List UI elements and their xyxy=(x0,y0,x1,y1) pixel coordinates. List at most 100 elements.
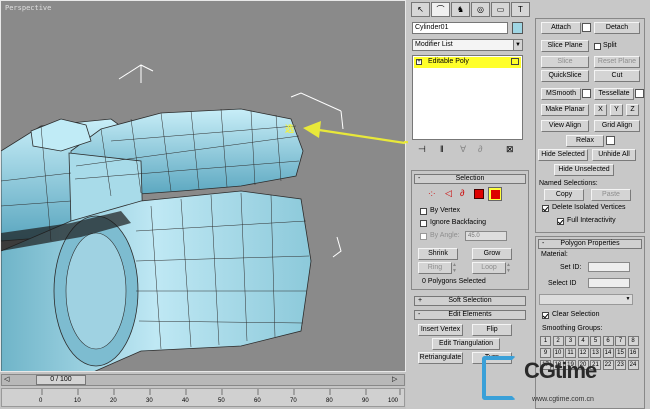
make-planar-button[interactable]: Make Planar xyxy=(541,104,589,116)
msmooth-settings-icon[interactable] xyxy=(582,89,591,98)
smoothing-groups-label: Smoothing Groups: xyxy=(542,325,603,332)
select-id-spinner[interactable] xyxy=(588,278,630,288)
selection-status: 0 Polygons Selected xyxy=(422,278,486,285)
ring-button[interactable]: Ring xyxy=(418,262,452,274)
by-angle-checkbox[interactable] xyxy=(420,233,427,240)
track-bar-ticks xyxy=(41,389,401,395)
relax-button[interactable]: Relax xyxy=(566,135,604,147)
vertex-mode-icon[interactable]: ·:· xyxy=(428,189,436,198)
chevron-down-icon: ▼ xyxy=(625,296,631,302)
smoothing-group-button[interactable]: 7 xyxy=(615,336,626,346)
polygon-properties-rollout-header[interactable]: - Polygon Properties xyxy=(538,239,642,249)
selection-rollout-header[interactable]: - Selection xyxy=(414,174,526,184)
planar-x-button[interactable]: X xyxy=(594,104,607,116)
material-name-dropdown[interactable]: ▼ xyxy=(539,294,633,305)
polygon-mode-icon[interactable] xyxy=(474,189,484,199)
view-align-button[interactable]: View Align xyxy=(541,120,589,132)
pin-stack-icon[interactable]: ⊣ xyxy=(418,144,426,155)
edit-elements-rollout-header[interactable]: - Edit Elements xyxy=(414,310,526,320)
hierarchy-tab-icon[interactable]: ♞ xyxy=(451,2,470,17)
watermark: CGtime www.cgtime.com.cn xyxy=(482,352,650,409)
by-vertex-label: By Vertex xyxy=(430,207,460,214)
smoothing-group-button[interactable]: 5 xyxy=(590,336,601,346)
tessellate-settings-icon[interactable] xyxy=(635,89,644,98)
smoothing-group-button[interactable]: 1 xyxy=(540,336,551,346)
loop-spinner-icon[interactable]: ▲ ▼ xyxy=(506,262,512,274)
shrink-button[interactable]: Shrink xyxy=(418,248,458,260)
relax-settings-icon[interactable] xyxy=(606,136,615,145)
expand-icon[interactable]: + xyxy=(416,59,422,65)
smoothing-group-button[interactable]: 4 xyxy=(577,336,589,346)
attach-button[interactable]: Attach xyxy=(541,22,581,34)
watermark-url: www.cgtime.com.cn xyxy=(532,396,594,403)
ignore-backfacing-checkbox[interactable] xyxy=(420,220,427,227)
cut-button[interactable]: Cut xyxy=(594,70,640,82)
slice-button[interactable]: Slice xyxy=(541,56,589,68)
split-checkbox[interactable] xyxy=(594,43,601,50)
stack-item-editable-poly[interactable]: + Editable Poly xyxy=(414,57,521,68)
unhide-all-button[interactable]: Unhide All xyxy=(592,149,636,161)
quickslice-button[interactable]: QuickSlice xyxy=(541,70,589,82)
edit-triangulation-button[interactable]: Edit Triangulation xyxy=(432,338,500,350)
prev-frame-icon[interactable]: ◁ xyxy=(4,375,14,385)
set-id-spinner[interactable] xyxy=(588,262,630,272)
retriangulate-button[interactable]: Retriangulate xyxy=(418,352,463,364)
clear-selection-checkbox[interactable] xyxy=(542,312,549,319)
next-frame-icon[interactable]: ▷ xyxy=(392,375,402,385)
display-tab-icon[interactable]: ▭ xyxy=(491,2,510,17)
grid-align-button[interactable]: Grid Align xyxy=(594,120,640,132)
track-bar[interactable]: 0 10 20 30 40 50 60 70 80 90 100 xyxy=(1,388,405,407)
soft-selection-rollout-header[interactable]: + Soft Selection xyxy=(414,296,526,306)
loop-button[interactable]: Loop xyxy=(472,262,506,274)
flip-button[interactable]: Flip xyxy=(472,324,512,336)
planar-z-button[interactable]: Z xyxy=(626,104,639,116)
make-unique-icon[interactable]: ∀ xyxy=(460,144,466,155)
create-tab-icon[interactable]: ↖ xyxy=(411,2,430,17)
hide-selected-button[interactable]: Hide Selected xyxy=(538,149,588,161)
clear-selection-label: Clear Selection xyxy=(552,311,600,318)
smoothing-group-button[interactable]: 2 xyxy=(552,336,564,346)
msmooth-button[interactable]: MSmooth xyxy=(541,88,581,100)
modify-tab-icon[interactable]: ⌒ xyxy=(431,2,450,17)
edge-mode-icon[interactable]: ◁ xyxy=(445,188,452,199)
tessellate-button[interactable]: Tessellate xyxy=(594,88,634,100)
object-name-field[interactable]: Cylinder01 xyxy=(412,22,508,34)
motion-tab-icon[interactable]: ◎ xyxy=(471,2,490,17)
smoothing-group-button[interactable]: 8 xyxy=(627,336,639,346)
detach-button[interactable]: Detach xyxy=(594,22,640,34)
smoothing-group-button[interactable]: 6 xyxy=(602,336,614,346)
ring-spinner-icon[interactable]: ▲ ▼ xyxy=(452,262,458,274)
smoothing-group-button[interactable]: 3 xyxy=(565,336,576,346)
attach-settings-icon[interactable] xyxy=(582,23,591,32)
hide-unselected-button[interactable]: Hide Unselected xyxy=(554,164,614,176)
modifier-stack: + Editable Poly xyxy=(412,55,523,140)
delete-isolated-vertices-checkbox[interactable] xyxy=(542,205,549,212)
configure-sets-icon[interactable]: ⊠ xyxy=(506,144,514,155)
selection-title: Selection xyxy=(455,175,485,182)
border-mode-icon[interactable]: ∂ xyxy=(460,188,464,198)
planar-y-button[interactable]: Y xyxy=(610,104,623,116)
element-mode-icon[interactable] xyxy=(488,187,502,201)
watermark-brand: CGtime xyxy=(524,358,597,383)
utilities-tab-icon[interactable]: T xyxy=(511,2,530,17)
tick-label: 70 xyxy=(290,398,297,404)
full-interactivity-checkbox[interactable] xyxy=(557,218,564,225)
grow-button[interactable]: Grow xyxy=(472,248,512,260)
time-slider-thumb[interactable]: 0 / 100 xyxy=(36,375,86,385)
perspective-viewport[interactable]: Perspective 选 xyxy=(0,0,406,372)
angle-spinner[interactable]: 45.0 xyxy=(465,231,507,241)
object-color-swatch[interactable] xyxy=(512,22,523,34)
paste-button[interactable]: Paste xyxy=(591,189,631,201)
tick-label: 50 xyxy=(218,398,225,404)
timeline: ◁ 0 / 100 ▷ 0 10 20 30 40 50 60 70 80 90… xyxy=(0,372,406,409)
slice-plane-button[interactable]: Slice Plane xyxy=(541,40,589,52)
time-slider-track[interactable]: ◁ 0 / 100 ▷ xyxy=(1,374,405,386)
copy-button[interactable]: Copy xyxy=(544,189,584,201)
remove-modifier-icon[interactable]: ∂ xyxy=(478,144,482,154)
reset-plane-button[interactable]: Reset Plane xyxy=(594,56,640,68)
by-vertex-checkbox[interactable] xyxy=(420,208,427,215)
insert-vertex-button[interactable]: Insert Vertex xyxy=(418,324,463,336)
show-end-result-icon[interactable]: ‖ xyxy=(440,144,444,154)
modifier-list-dropdown[interactable]: Modifier List ▼ xyxy=(412,39,523,51)
full-interactivity-label: Full Interactivity xyxy=(567,217,616,224)
